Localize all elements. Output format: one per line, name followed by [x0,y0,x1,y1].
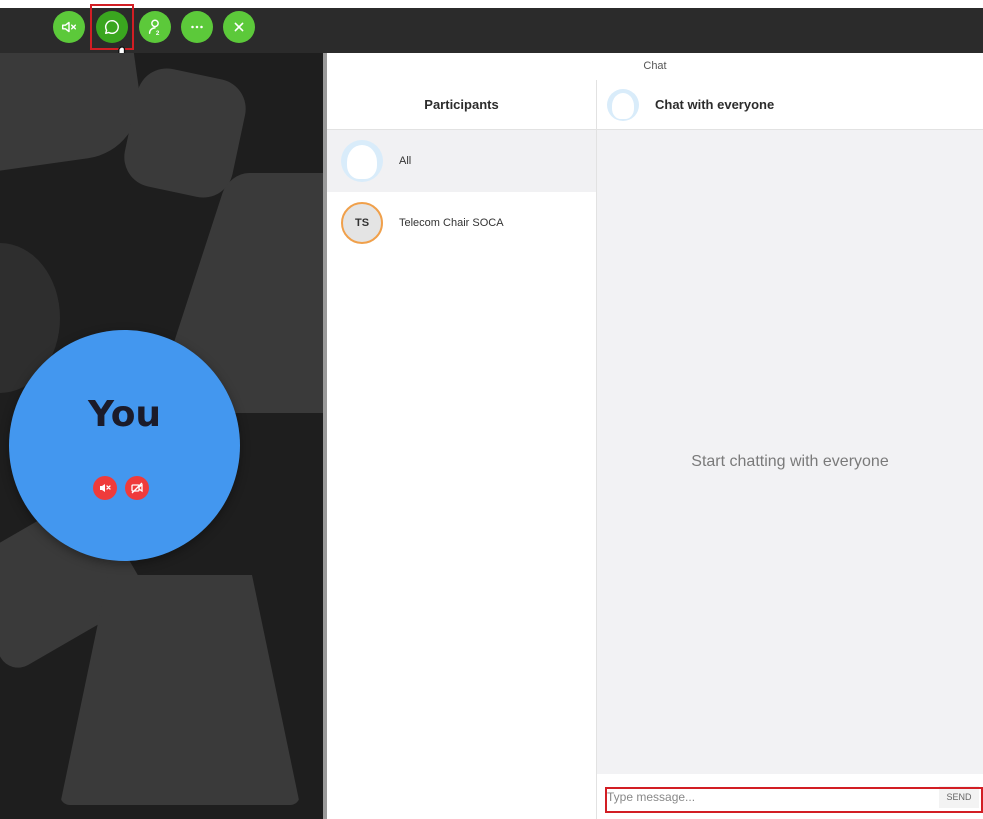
send-button[interactable]: SEND [939,786,979,808]
message-input[interactable] [607,788,931,806]
mute-audio-button[interactable] [53,11,85,43]
participant-name: Telecom Chair SOCA [399,217,504,229]
participants-count-badge: 2 [156,30,160,36]
mic-muted-icon [93,476,117,500]
chat-panel-title: Chat [327,53,983,81]
conversation-header: Chat with everyone [597,80,983,130]
message-composer: SEND [597,774,983,819]
participant-name: All [399,155,412,167]
person-icon: 2 [148,19,160,36]
more-options-button[interactable] [181,11,213,43]
speaker-muted-icon [61,21,77,33]
close-icon [234,22,244,32]
participants-list: Participants All TS Telecom Chair SOCA [327,80,596,819]
conversation-pane: Chat with everyone Start chatting with e… [597,80,983,819]
ellipsis-icon [191,25,203,29]
avatar: TS [341,202,383,244]
camera-off-icon [125,476,149,500]
avatar [607,88,639,121]
self-view-label: You [87,394,162,435]
self-view-tile[interactable]: You [9,330,240,561]
participants-button[interactable]: 2 [139,11,171,43]
call-toolbar: 2 [0,8,983,53]
empty-chat-message: Start chatting with everyone [691,453,889,470]
participant-row-telecom-chair[interactable]: TS Telecom Chair SOCA [327,192,596,254]
conversation-title: Chat with everyone [655,97,775,112]
top-strip [0,0,983,8]
participant-row-all[interactable]: All [327,130,596,192]
avatar [341,140,383,182]
participants-header: Participants [327,80,596,130]
leave-call-button[interactable] [223,11,255,43]
